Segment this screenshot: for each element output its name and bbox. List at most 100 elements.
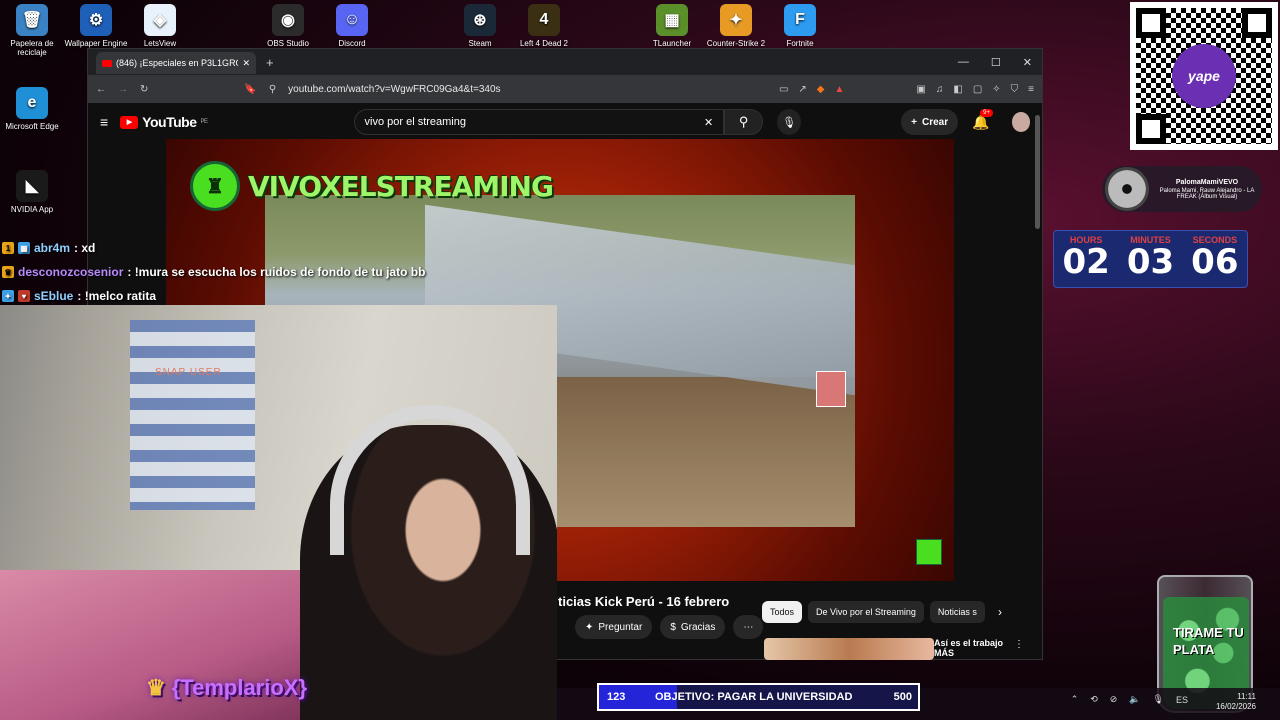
- avatar[interactable]: [1011, 112, 1030, 132]
- desktop-icon[interactable]: ◣ NVIDIA App: [0, 170, 64, 214]
- reader-icon[interactable]: ▣: [916, 84, 925, 95]
- brave-rewards-icon[interactable]: ▲: [835, 84, 845, 95]
- minutes-value: 03: [1126, 242, 1175, 282]
- notifications-button[interactable]: 🔔 9+: [972, 108, 993, 131]
- yape-logo: yape: [1172, 44, 1236, 108]
- url-field[interactable]: youtube.com/watch?v=WgwFRC09Ga4&t=340s: [288, 84, 767, 95]
- share-icon[interactable]: ↗: [798, 84, 806, 95]
- search-button[interactable]: ⚲: [724, 109, 764, 135]
- chat-user: desconozcosenior: [18, 265, 124, 279]
- desktop-icon[interactable]: ▦ TLauncher: [640, 4, 704, 48]
- language-indicator[interactable]: ES: [1176, 695, 1188, 705]
- search-query[interactable]: vivo por el streaming: [365, 116, 705, 128]
- channel-watermark-icon[interactable]: [916, 539, 942, 565]
- close-window-icon[interactable]: ✕: [1023, 56, 1032, 69]
- forward-icon[interactable]: →: [118, 84, 128, 95]
- thanks-button[interactable]: $ Gracias: [660, 615, 726, 639]
- menu-icon[interactable]: ≡: [1028, 84, 1034, 95]
- desktop-icon[interactable]: ◉ OBS Studio: [256, 4, 320, 48]
- goal-bar: 123 OBJETIVO: PAGAR LA UNIVERSIDAD 500: [597, 683, 920, 711]
- youtube-logo-text: YouTube: [142, 114, 197, 130]
- sparkle-icon: ✦: [585, 621, 594, 633]
- hours-value: 02: [1062, 242, 1110, 282]
- hamburger-menu-icon[interactable]: ≡: [100, 114, 108, 130]
- desktop-icon-label: Discord: [338, 39, 366, 48]
- goal-current: 123: [607, 691, 626, 703]
- cs2-icon: ✦: [720, 4, 752, 36]
- scrollbar[interactable]: [1035, 115, 1040, 229]
- youtube-logo[interactable]: ▶ YouTube PE: [120, 114, 208, 130]
- gift-badge-icon: ▦: [18, 242, 30, 254]
- site-info-icon[interactable]: ⚲: [269, 84, 276, 95]
- desktop-icon[interactable]: ✦ Counter-Strike 2: [704, 4, 768, 48]
- chip-noticias[interactable]: Noticias s: [929, 601, 985, 623]
- desktop-icon[interactable]: F Fortnite: [768, 4, 832, 48]
- close-tab-icon[interactable]: ✕: [242, 58, 250, 69]
- nvidia-icon: ◣: [16, 170, 48, 202]
- prime-badge-icon: ✦: [2, 290, 14, 302]
- vpn-icon[interactable]: ⛉: [1011, 84, 1019, 95]
- browser-tab[interactable]: (846) ¡Especiales en P3L1GRO ✕: [96, 52, 256, 74]
- speaker-icon[interactable]: 🔈: [1129, 694, 1140, 705]
- ask-label: Preguntar: [598, 621, 643, 633]
- desktop-icon-label: Wallpaper Engine: [64, 39, 128, 48]
- related-video-thumbnail[interactable]: [764, 638, 934, 660]
- brave-shield-icon[interactable]: ◆: [817, 84, 825, 95]
- bookmark-icon[interactable]: 🔖: [244, 84, 256, 95]
- desktop-icon[interactable]: 🗑 Papelera de reciclaje: [0, 4, 64, 57]
- leo-ai-icon[interactable]: ✧: [992, 84, 1000, 95]
- youtube-play-icon: ▶: [120, 115, 139, 129]
- tip-jar-text: TIRAME TU PLATA: [1173, 625, 1244, 657]
- taskbar-clock[interactable]: 11:11 16/02/2026: [1216, 692, 1256, 713]
- window-blinds: [130, 320, 255, 510]
- more-actions-button[interactable]: ⋯: [733, 615, 764, 639]
- media-icon[interactable]: ♫: [936, 84, 944, 95]
- clear-search-icon[interactable]: ✕: [704, 116, 713, 129]
- network-icon[interactable]: ⟲: [1090, 694, 1098, 705]
- yape-qr-code: yape: [1130, 2, 1278, 150]
- desktop-icon[interactable]: ◈ LetsView: [128, 4, 192, 48]
- sidebar-icon[interactable]: ◧: [953, 84, 962, 95]
- desktop-icon[interactable]: e Microsoft Edge: [0, 87, 64, 131]
- viewer-name: {TemplarioX}: [171, 675, 308, 700]
- desktop-icon[interactable]: 4 Left 4 Dead 2: [512, 4, 576, 48]
- video-sticker: [816, 371, 846, 407]
- desktop-icon[interactable]: ⚙ Wallpaper Engine: [64, 4, 128, 48]
- desktop-icon[interactable]: ⊛ Steam: [448, 4, 512, 48]
- channel-banner-text: VIVOXELSTREAMING: [248, 169, 554, 203]
- desktop-icon-label: Papelera de reciclaje: [10, 39, 54, 57]
- desktop-icon-label: OBS Studio: [267, 39, 309, 48]
- tab-bar: (846) ¡Especiales en P3L1GRO ✕ + — ☐ ✕: [88, 49, 1042, 75]
- microphone-icon: 🎙: [782, 116, 797, 129]
- related-video-title[interactable]: Así es el trabajo MÁS: [934, 638, 1014, 658]
- new-tab-button[interactable]: +: [266, 55, 274, 70]
- reload-icon[interactable]: ↻: [140, 84, 148, 95]
- chevron-right-icon[interactable]: ›: [998, 605, 1002, 619]
- desktop-icon-label: Microsoft Edge: [5, 122, 59, 131]
- desktop-icon[interactable]: ☺ Discord: [320, 4, 384, 48]
- chat-text: : !melco ratita: [77, 289, 157, 303]
- desktop-icon-label: Fortnite: [786, 39, 814, 48]
- address-bar: ← → ↻ 🔖 ⚲ youtube.com/watch?v=WgwFRC09Ga…: [88, 75, 1042, 103]
- microphone-tray-icon[interactable]: 🎙: [1153, 694, 1164, 705]
- back-icon[interactable]: ←: [96, 84, 106, 95]
- ask-button[interactable]: ✦ Preguntar: [575, 615, 653, 639]
- chat-text: : xd: [74, 241, 96, 255]
- search-input[interactable]: vivo por el streaming ✕: [353, 109, 725, 135]
- video-title: ticias Kick Perú - 16 febrero: [558, 594, 730, 609]
- chip-de-vivo[interactable]: De Vivo por el Streaming: [808, 601, 924, 623]
- maximize-icon[interactable]: ☐: [991, 56, 1001, 69]
- wallet-icon[interactable]: ▢: [973, 84, 982, 95]
- plus-icon: +: [911, 116, 917, 128]
- chevron-up-icon[interactable]: ⌃: [1071, 694, 1079, 705]
- cast-icon[interactable]: ▭: [779, 84, 788, 95]
- chat-message: ♛ desconozcosenior : !mura se escucha lo…: [2, 260, 425, 284]
- more-options-icon[interactable]: ⋮: [1014, 639, 1024, 650]
- viewer-name-tag: ♛ {TemplarioX}: [146, 675, 307, 701]
- chip-todos[interactable]: Todos: [762, 601, 803, 623]
- minimize-icon[interactable]: —: [958, 56, 969, 69]
- voice-search-button[interactable]: 🎙: [777, 109, 802, 135]
- wifi-off-icon[interactable]: ⊘: [1110, 694, 1118, 705]
- notification-badge: 9+: [980, 108, 993, 117]
- create-button[interactable]: + Crear: [901, 109, 959, 135]
